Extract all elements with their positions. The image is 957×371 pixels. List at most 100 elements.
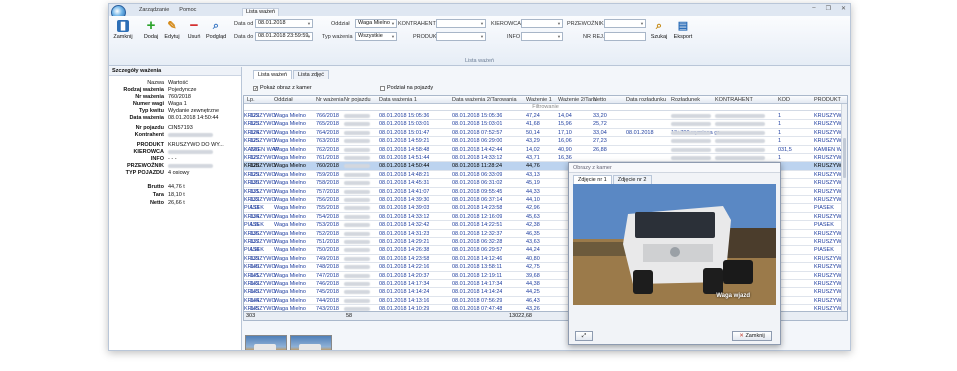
table-cell: 08.01.2018 14:41:07 [379, 188, 430, 195]
table-cell: 44,38 [526, 281, 540, 287]
column-header[interactable]: Data rozładunku [626, 97, 666, 103]
plus-icon: + [146, 17, 156, 34]
restore-icon[interactable]: ❐ [826, 5, 831, 12]
table-cell: 08.01.2018 14:32:42 [379, 222, 430, 229]
details-value: Waga 1 [168, 101, 187, 107]
column-header[interactable]: PRODUKT [814, 97, 841, 103]
info-label: INFO [507, 34, 521, 40]
table-row[interactable]: 122 Waga Mielno 766/2018 08.01.2018 15:05:3… [244, 112, 847, 121]
table-cell: 44,24 [526, 247, 540, 254]
table-cell: 08.01.2018 14:39:30 [379, 197, 430, 203]
produkt-select[interactable]: ▼ [436, 32, 486, 41]
table-row[interactable]: 124 Waga Mielno 764/2018 08.01.2018 15:01:4… [244, 129, 847, 138]
column-header[interactable]: Ważenie 2/Tara [558, 97, 596, 103]
table-cell: 08.01.2018 14:26:38 [379, 247, 430, 254]
group-by-vehicle-checkbox[interactable]: Podział na pojazdy [380, 85, 433, 91]
thumbnail-2[interactable] [290, 335, 332, 350]
szukaj-button[interactable]: ⌕ Szukaj [649, 20, 669, 40]
chevron-down-icon[interactable]: ▼ [640, 20, 644, 27]
table-cell: 744/2018 [316, 297, 339, 304]
redacted-cell [344, 282, 370, 286]
table-row[interactable]: 123 Waga Mielno 765/2018 08.01.2018 15:03:0… [244, 120, 847, 129]
dodaj-button[interactable]: + Dodaj [141, 17, 161, 40]
chevron-down-icon[interactable]: ▼ [391, 33, 395, 40]
edytuj-button[interactable]: ✎ Edytuj [162, 20, 182, 40]
column-header[interactable]: Rozładunek [671, 97, 700, 103]
redacted-cell [344, 223, 370, 228]
column-header[interactable]: Nr pojazdu [344, 97, 371, 103]
tab-lista-wazen[interactable]: Lista ważeń [242, 8, 279, 16]
przewoznik-label: PRZEWOŹNIK [567, 21, 604, 27]
show-camera-checkbox[interactable]: ✓ Pokaż obraz z kamer [253, 85, 312, 91]
table-cell: PIASEK [244, 222, 264, 229]
column-header[interactable]: Data ważenia 2/Tarowania [452, 97, 517, 103]
table-cell: KRUSZYWO [244, 230, 276, 237]
table-cell: 747/2018 [316, 272, 339, 279]
info-select[interactable]: ▼ [521, 32, 563, 41]
filter-row[interactable]: Filtrowanie [244, 104, 847, 111]
data-od-field[interactable]: 08.01.2018 ▼ [255, 19, 313, 28]
chevron-down-icon[interactable]: ▼ [391, 20, 395, 27]
zoom-button[interactable]: ⤢ [575, 331, 593, 341]
nr-rej-field[interactable] [604, 32, 646, 41]
eksport-button[interactable]: ▤ Eksport [673, 20, 693, 40]
table-cell: 08.01.2018 14:22:51 [452, 222, 503, 229]
column-header[interactable]: Nr ważenia [316, 97, 344, 103]
table-cell: KRUSZYWO [244, 197, 276, 203]
dialog-tabs: Zdjęcie nr 1 Zdjęcie nr 2 [573, 175, 652, 184]
oddzial-select[interactable]: Waga Mielno ▼ [355, 19, 397, 28]
table-cell: 759/2018 [316, 171, 339, 178]
vertical-scrollbar[interactable] [841, 104, 847, 312]
tab-photo-1[interactable]: Zdjęcie nr 1 [573, 175, 612, 184]
przewoznik-select[interactable]: ▼ [604, 19, 646, 28]
chevron-down-icon[interactable]: ▼ [307, 33, 311, 40]
tab-lista-zdjec[interactable]: Lista zdjęć [293, 70, 330, 79]
dialog-title: Obrazy z kamer [569, 163, 780, 173]
podglad-label: Podgląd [206, 34, 227, 40]
kontrahent-select[interactable]: ▼ [436, 19, 486, 28]
table-row[interactable]: 126 Waga Mielno 762/2018 08.01.2018 14:58:4… [244, 146, 847, 154]
chevron-down-icon[interactable]: ▼ [480, 33, 484, 40]
thumbnail-1[interactable] [245, 335, 287, 350]
column-header[interactable]: Ważenie 1 [526, 97, 552, 103]
menu-zarzadzanie[interactable]: Zarządzanie [139, 7, 169, 13]
column-header[interactable]: Netto [593, 97, 606, 103]
column-header[interactable]: KOD [778, 97, 790, 103]
podglad-button[interactable]: ⌕ Podgląd [206, 20, 226, 40]
table-cell: 760/2018 [316, 163, 339, 170]
table-cell: Waga Mielno [274, 289, 306, 296]
column-header[interactable]: Lp. [247, 97, 255, 103]
zamknij-dialog-button[interactable]: ✕ Zamknij [732, 331, 772, 341]
column-header[interactable]: KONTRAHENT [715, 97, 753, 103]
chevron-down-icon[interactable]: ▼ [307, 20, 311, 27]
close-window-icon[interactable]: ✕ [841, 5, 846, 12]
table-cell: 40,90 [558, 146, 572, 153]
data-od-value: 08.01.2018 [258, 20, 286, 26]
column-header[interactable]: Data ważenia 1 [379, 97, 417, 103]
chevron-down-icon[interactable]: ▼ [557, 33, 561, 40]
chevron-down-icon[interactable]: ▼ [480, 20, 484, 27]
chevron-down-icon[interactable]: ▼ [557, 20, 561, 27]
redacted-cell [344, 273, 370, 278]
table-cell: 46,35 [526, 230, 540, 237]
tab-lista-wazen-list[interactable]: Lista ważeń [253, 70, 293, 79]
scroll-thumb[interactable] [843, 138, 846, 178]
truck-photo-image [573, 184, 776, 305]
redacted-cell [715, 147, 765, 152]
table-row[interactable]: 125 Waga Mielno 763/2018 08.01.2018 14:59:2… [244, 137, 847, 146]
details-value: 4 osiowy [168, 170, 190, 176]
title-bar: Zarządzanie Pomoc Lista ważeń – ❐ ✕ [109, 4, 850, 20]
kierowca-select[interactable]: ▼ [521, 19, 563, 28]
data-do-field[interactable]: 08.01.2018 23:59:59 ▼ [255, 32, 313, 41]
camera-photo: Waga wjazd [573, 184, 776, 305]
zamknij-button[interactable]: ▮ Zamknij [113, 20, 133, 40]
typ-wazenia-select[interactable]: Wszystkie ▼ [355, 32, 397, 41]
usun-button[interactable]: − Usuń [184, 18, 204, 40]
table-cell: Waga Mielno [274, 138, 306, 145]
menu-pomoc[interactable]: Pomoc [179, 7, 196, 13]
minimize-icon[interactable]: – [812, 5, 815, 12]
tab-photo-2[interactable]: Zdjęcie nr 2 [612, 175, 652, 184]
details-key: Tara [152, 192, 164, 198]
column-header[interactable]: Oddział [274, 97, 293, 103]
table-cell: 40,80 [526, 255, 540, 262]
